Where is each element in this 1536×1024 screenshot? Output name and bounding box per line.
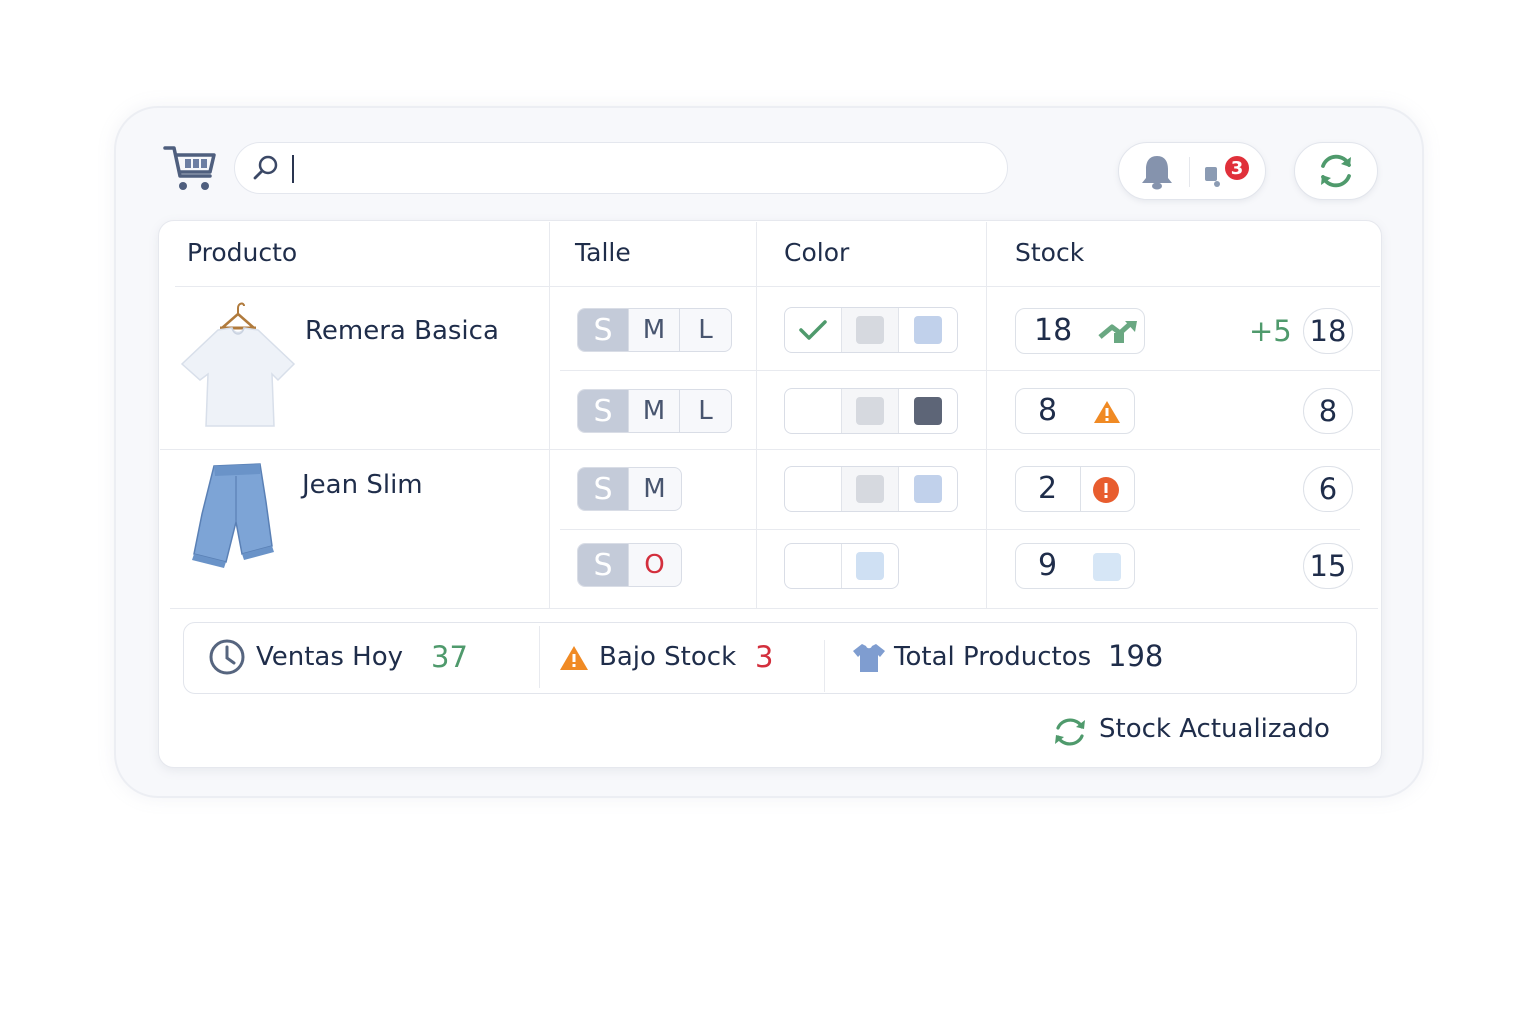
color-selector	[784, 466, 958, 512]
trend-up-icon	[1098, 321, 1137, 343]
search-input[interactable]	[289, 149, 973, 187]
size-option[interactable]: L	[680, 309, 731, 351]
stock-field[interactable]: 9	[1015, 543, 1135, 589]
color-square	[1093, 553, 1121, 581]
color-option[interactable]	[899, 389, 956, 433]
total-products-value: 198	[1108, 639, 1164, 673]
color-option[interactable]	[842, 308, 899, 352]
jeans-image	[192, 463, 274, 568]
stock-total: 6	[1303, 466, 1353, 512]
column-divider	[549, 222, 550, 608]
size-option[interactable]: M	[629, 390, 680, 432]
size-option[interactable]: M	[629, 468, 680, 510]
size-selector: S M L	[577, 389, 732, 433]
color-swatch	[913, 316, 942, 344]
stock-updated-status: Stock Actualizado	[1099, 714, 1330, 744]
stock-total: 8	[1303, 388, 1353, 434]
total-products-label: Total Productos	[894, 642, 1092, 672]
size-option[interactable]: S	[578, 544, 629, 586]
color-option-selected[interactable]	[785, 308, 842, 352]
row-divider	[160, 449, 1380, 450]
low-stock-label: Bajo Stock	[599, 642, 737, 672]
shopping-cart-icon[interactable]	[162, 142, 218, 194]
color-swatch	[913, 397, 942, 425]
row-divider	[170, 608, 1378, 609]
color-swatch	[856, 316, 884, 344]
stock-delta: +5	[1249, 314, 1292, 348]
sales-today-label: Ventas Hoy	[256, 642, 404, 672]
stock-field[interactable]: 18	[1015, 308, 1145, 354]
size-option[interactable]: S	[578, 390, 629, 432]
color-option[interactable]	[842, 467, 899, 511]
column-divider	[756, 222, 757, 608]
stock-total: 15	[1303, 543, 1353, 589]
color-option[interactable]	[899, 467, 956, 511]
color-swatch	[856, 397, 884, 425]
stock-field[interactable]: 8	[1015, 388, 1135, 434]
warning-icon	[1094, 401, 1120, 423]
color-option[interactable]	[842, 544, 899, 588]
color-selector	[784, 543, 899, 589]
size-option[interactable]: O	[629, 544, 680, 586]
color-option[interactable]	[899, 308, 956, 352]
size-selector: S M	[577, 467, 682, 511]
product-name[interactable]: Remera Basica	[305, 316, 499, 346]
notification-badge: 3	[1223, 154, 1251, 182]
color-selector	[784, 307, 958, 353]
size-option[interactable]: S	[578, 468, 629, 510]
color-swatch	[855, 552, 884, 580]
divider	[1189, 157, 1190, 187]
size-option[interactable]: S	[578, 309, 629, 351]
sync-icon	[1055, 718, 1085, 746]
size-option[interactable]: M	[629, 309, 680, 351]
size-selector: S O	[577, 543, 682, 587]
color-option[interactable]	[785, 389, 842, 433]
color-swatch	[913, 475, 942, 503]
notifications-group: 3	[1118, 142, 1266, 200]
color-option[interactable]	[785, 467, 842, 511]
stock-value: 8	[1038, 393, 1058, 428]
refresh-button[interactable]	[1294, 142, 1378, 200]
message-icon[interactable]	[1203, 163, 1225, 189]
stock-value: 2	[1038, 471, 1058, 506]
stock-field[interactable]: 2	[1015, 466, 1135, 512]
check-icon	[799, 320, 827, 340]
column-header-color[interactable]: Color	[784, 238, 849, 267]
row-divider	[560, 370, 1380, 371]
search-icon	[253, 155, 278, 180]
size-option[interactable]: L	[680, 390, 731, 432]
column-divider	[986, 222, 987, 608]
column-header-talle[interactable]: Talle	[575, 238, 631, 267]
warning-icon	[560, 646, 588, 670]
shirt-icon	[853, 644, 885, 672]
low-stock-value: 3	[755, 640, 774, 674]
row-divider	[560, 529, 1360, 530]
bell-icon[interactable]	[1139, 153, 1175, 191]
refresh-icon	[1321, 154, 1351, 188]
stock-value: 18	[1034, 313, 1073, 348]
size-selector: S M L	[577, 308, 732, 352]
sales-today-value: 37	[431, 640, 468, 674]
color-selector	[784, 388, 958, 434]
tshirt-image	[180, 302, 296, 427]
alert-circle-icon	[1093, 477, 1119, 503]
stock-value: 9	[1038, 548, 1058, 583]
color-option[interactable]	[785, 544, 842, 588]
stock-total: 18	[1303, 308, 1353, 354]
product-name[interactable]: Jean Slim	[302, 470, 423, 500]
summary-divider	[539, 626, 540, 688]
column-header-stock[interactable]: Stock	[1015, 238, 1084, 267]
color-swatch	[856, 475, 884, 503]
search-bar[interactable]	[234, 142, 1008, 194]
header-divider	[175, 286, 1380, 287]
summary-divider	[824, 640, 825, 692]
column-header-producto[interactable]: Producto	[187, 238, 297, 267]
color-option[interactable]	[842, 389, 899, 433]
text-cursor	[292, 155, 294, 183]
clock-icon	[209, 639, 245, 675]
